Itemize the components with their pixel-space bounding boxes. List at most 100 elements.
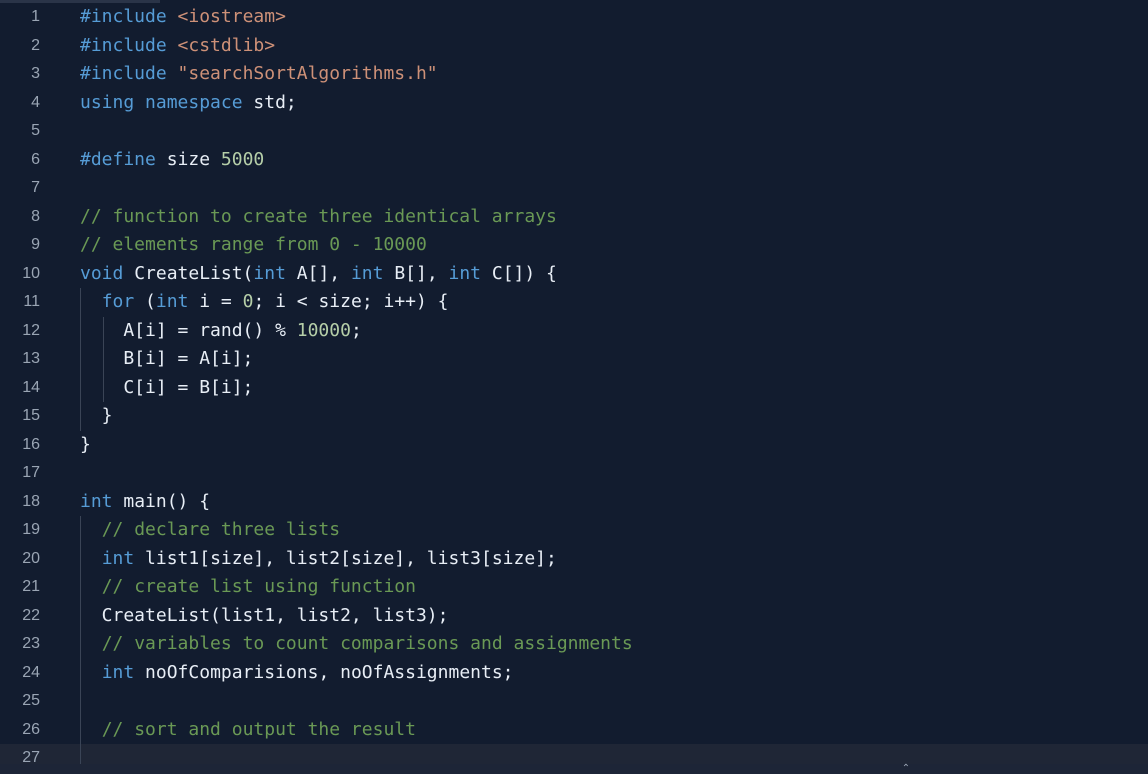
code-line[interactable]: 22 CreateList(list1, list2, list3); — [0, 602, 1148, 631]
code-line[interactable]: 11 for (int i = 0; i < size; i++) { — [0, 288, 1148, 317]
code-text: } — [80, 402, 113, 431]
code-line[interactable]: 26 // sort and output the result — [0, 716, 1148, 745]
code-line[interactable]: 1 #include <iostream> — [0, 3, 1148, 32]
code-line[interactable]: 20 int list1[size], list2[size], list3[s… — [0, 545, 1148, 574]
code-text: for (int i = 0; i < size; i++) { — [80, 288, 449, 317]
line-number: 2 — [31, 36, 40, 54]
code-text: #include <iostream> — [80, 3, 286, 32]
code-token: 0 — [242, 291, 254, 312]
code-line[interactable]: 19 // declare three lists — [0, 516, 1148, 545]
line-number: 24 — [22, 663, 40, 681]
code-token: ( — [145, 291, 156, 312]
line-number: 17 — [22, 464, 40, 481]
code-token: list1[size], list2[size], list3[size]; — [145, 547, 557, 569]
code-token: std; — [253, 91, 297, 113]
line-number: 8 — [31, 207, 40, 225]
code-token: main() { — [123, 490, 211, 512]
code-line[interactable]: 3 #include "searchSortAlgorithms.h" — [0, 60, 1148, 89]
code-line[interactable]: 7 — [0, 174, 1148, 203]
code-text: #include "searchSortAlgorithms.h" — [80, 60, 438, 89]
code-token: int — [448, 262, 492, 284]
code-token: int — [350, 262, 395, 284]
code-line[interactable]: 9 // elements range from 0 - 10000 — [0, 231, 1148, 260]
code-token: 5000 — [220, 148, 265, 170]
code-token: int — [101, 547, 146, 569]
indent-guide — [80, 288, 81, 431]
code-line[interactable]: 25 — [0, 687, 1148, 716]
code-text: void CreateList(int A[], int B[], int C[… — [80, 260, 557, 289]
line-number: 23 — [22, 635, 40, 652]
indent-guide — [103, 316, 104, 402]
code-token: 10000 — [296, 319, 351, 341]
line-number: 9 — [31, 236, 40, 253]
code-token: A[], — [296, 262, 351, 284]
code-line[interactable]: 5 — [0, 117, 1148, 146]
code-text: } — [80, 431, 91, 460]
line-number: 12 — [22, 321, 40, 339]
line-number: 20 — [22, 549, 40, 567]
code-line[interactable]: 16} — [0, 431, 1148, 460]
code-line[interactable]: 21 // create list using function — [0, 573, 1148, 602]
code-line[interactable]: 2 #include <cstdlib> — [0, 32, 1148, 61]
line-number: 4 — [31, 93, 40, 111]
code-token: for — [101, 291, 146, 312]
code-line[interactable]: 12 A[i] = rand() % 10000; — [0, 317, 1148, 346]
code-token: int — [101, 661, 146, 683]
code-token: i = — [199, 291, 243, 312]
code-editor[interactable]: 1 #include <iostream> 2 #include <cstdlib> 3… — [0, 0, 1148, 774]
line-number: 1 — [31, 8, 40, 25]
code-line[interactable]: 15 } — [0, 402, 1148, 431]
code-line[interactable]: 24 int noOfComparisions, noOfAssignments… — [0, 659, 1148, 688]
code-text: // variables to count comparisons and as… — [80, 630, 633, 659]
code-text: A[i] = rand() % 10000; — [80, 317, 362, 346]
code-token: // create list using function — [101, 576, 416, 597]
code-token: "searchSortAlgorithms.h" — [177, 63, 438, 84]
code-line[interactable]: 18 int main() { — [0, 488, 1148, 517]
code-token: CreateList( — [134, 262, 254, 284]
code-token: // variables to count comparisons and as… — [101, 633, 633, 654]
code-token: B[i] = A[i]; — [80, 348, 254, 369]
code-text: // elements range from 0 - 10000 — [80, 231, 427, 260]
code-token: B[], — [394, 262, 449, 284]
line-number: 14 — [22, 378, 40, 396]
line-number: 16 — [22, 435, 40, 453]
code-token: ; i < size; i++) { — [253, 291, 449, 312]
code-line[interactable]: 10 void CreateList(int A[], int B[], int … — [0, 260, 1148, 289]
line-number: 19 — [22, 521, 40, 538]
code-line[interactable]: 13 B[i] = A[i]; — [0, 345, 1148, 374]
code-token: C[]) { — [491, 262, 557, 284]
chevron-up-icon[interactable]: ⌃ — [898, 764, 914, 774]
code-line[interactable]: 8 // function to create three identical a… — [0, 203, 1148, 232]
code-line[interactable]: 6 #define size 5000 — [0, 146, 1148, 175]
line-number: 18 — [22, 492, 40, 510]
code-line[interactable]: 4 using namespace std; — [0, 89, 1148, 118]
code-token: size — [166, 148, 221, 170]
code-token: // function to create three identical ar… — [80, 205, 557, 227]
code-text: // function to create three identical ar… — [80, 203, 557, 232]
code-line[interactable]: 14 C[i] = B[i]; — [0, 374, 1148, 403]
horizontal-scrollbar[interactable] — [0, 764, 1148, 774]
code-token: ; — [350, 319, 362, 341]
code-token: A[i] = rand() % — [80, 319, 297, 341]
line-number: 6 — [31, 150, 40, 168]
line-number: 26 — [22, 720, 40, 738]
line-number: 11 — [23, 293, 40, 310]
code-token: CreateList(list1, list2, list3); — [80, 604, 449, 626]
code-line[interactable]: 17 — [0, 459, 1148, 488]
line-number: 13 — [22, 350, 40, 367]
code-text: int list1[size], list2[size], list3[size… — [80, 545, 557, 574]
code-text: C[i] = B[i]; — [80, 374, 253, 403]
code-token: using — [80, 91, 146, 113]
code-token: // declare three lists — [101, 519, 341, 540]
code-token: } — [80, 405, 113, 426]
code-line[interactable]: 23 // variables to count comparisons and… — [0, 630, 1148, 659]
code-token: } — [80, 433, 91, 455]
code-text: #define size 5000 — [80, 146, 264, 175]
line-number: 21 — [22, 578, 40, 595]
line-number: 3 — [31, 65, 40, 82]
